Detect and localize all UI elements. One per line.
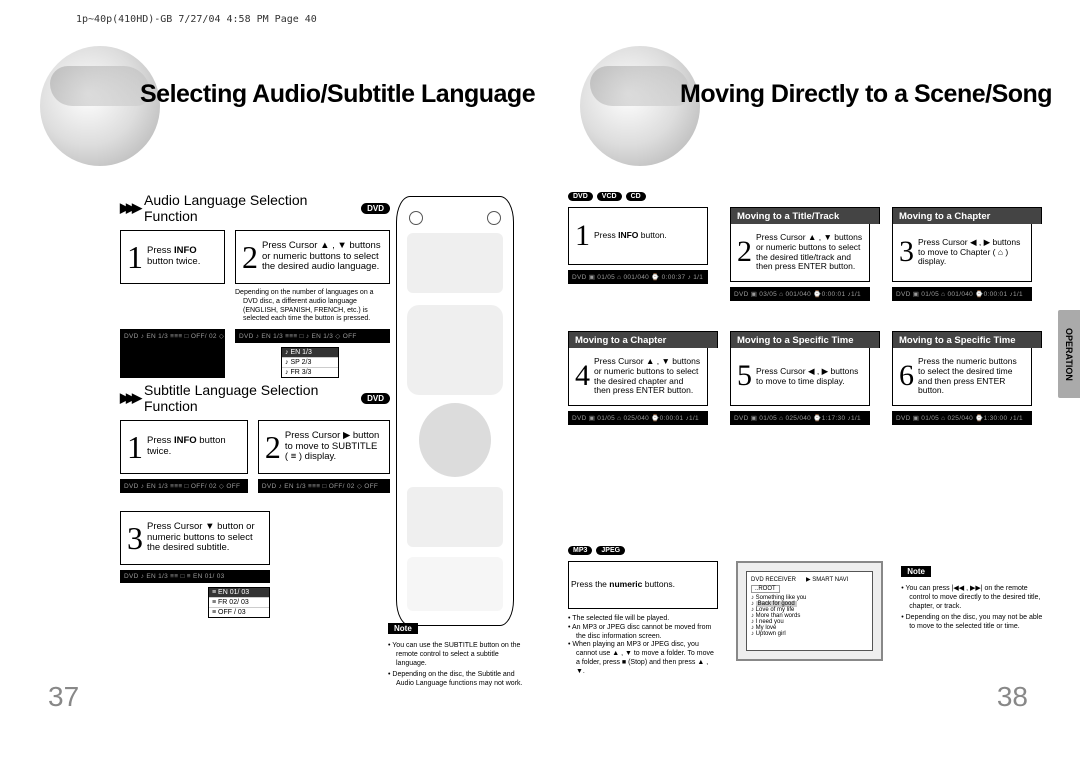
page-title-right: Moving Directly to a Scene/Song <box>680 80 1052 109</box>
audio-step-2: 2 Press Cursor ▲ , ▼ buttons or numeric … <box>235 230 390 284</box>
audio-heading: ▶▶▶ Audio Language Selection Function DV… <box>120 192 390 224</box>
remote-diagram <box>396 196 514 626</box>
footnote: • When playing an MP3 or JPEG disc, you … <box>568 641 718 676</box>
header-chapter2: Moving to a Chapter <box>568 331 718 348</box>
osd-bar: DVD ▣ 01/05 ⌂ 001/040 ⌚0:00:01 ♪1/1 <box>892 287 1032 301</box>
dvd-badge: DVD <box>361 203 390 214</box>
header-title-track: Moving to a Title/Track <box>730 207 880 224</box>
step-2: 2Press Cursor ▲ , ▼ buttons or numeric b… <box>730 224 870 282</box>
subtitle-step-1: 1 Press INFO button twice. <box>120 420 248 474</box>
osd-bar: DVD ♪ EN 1/3 ≡≡≡ □ OFF/ 02 ◇ OFF <box>120 329 225 378</box>
note-tag: Note <box>388 623 418 634</box>
step-1: 1Press INFO button. <box>568 207 708 265</box>
osd-bar: DVD ♪ EN 1/3 ≡≡≡ □ OFF/ 02 ◇ OFF <box>258 479 390 493</box>
dvd-badge: DVD <box>361 393 390 404</box>
audio-note: Depending on the number of languages on … <box>235 289 390 324</box>
osd-bar: DVD ▣ 01/05 ⌂ 025/040 ⌚0:00:01 ♪1/1 <box>568 411 708 425</box>
audio-step2-text: Press Cursor ▲ , ▼ buttons or numeric bu… <box>262 241 383 274</box>
page-title-left: Selecting Audio/Subtitle Language <box>140 80 535 109</box>
step-4: 4Press Cursor ▲ , ▼ buttons or numeric b… <box>568 348 708 406</box>
footnote: • You can use the SUBTITLE button on the… <box>388 642 528 668</box>
osd-bar: DVD ♪ EN 1/3 ≡≡≡ □ ♪ EN 1/3 ◇ OFF <box>235 329 390 343</box>
step-6: 6Press the numeric buttons to select the… <box>892 348 1032 406</box>
footnote: • Depending on the disc, you may not be … <box>901 614 1048 632</box>
subtitle-step-3: 3 Press Cursor ▼ button or numeric butto… <box>120 511 270 565</box>
osd-bar: DVD ♪ EN 1/3 ≡≡≡ □ OFF/ 02 ◇ OFF <box>120 479 248 493</box>
page-left: Selecting Audio/Subtitle Language ▶▶▶ Au… <box>0 0 540 763</box>
audio-step-1: 1 Press INFO button twice. <box>120 230 225 284</box>
step-5: 5Press Cursor ◀ , ▶ buttons to move to t… <box>730 348 870 406</box>
footnote: • The selected file will be played. <box>568 615 718 624</box>
subtitle-heading: ▶▶▶ Subtitle Language Selection Function… <box>120 382 390 414</box>
page-right: Moving Directly to a Scene/Song OPERATIO… <box>540 0 1080 763</box>
osd-bar: DVD ♪ EN 1/3 ≡≡ □ ≡ EN 01/ 03 <box>120 570 270 583</box>
header-time1: Moving to a Specific Time <box>730 331 880 348</box>
header-chapter: Moving to a Chapter <box>892 207 1042 224</box>
numeric-step: Press the numeric buttons. <box>568 561 718 609</box>
osd-bar: DVD ▣ 03/05 ⌂ 001/040 ⌚0:00:01 ♪1/1 <box>730 287 870 301</box>
lang-popup: ♪ EN 1/3 ♪ SP 2/3 ♪ FR 3/3 <box>281 347 339 378</box>
footnote: • You can press |◀◀ , ▶▶| on the remote … <box>901 585 1048 611</box>
page-number: 38 <box>997 681 1028 713</box>
osd-bar: DVD ▣ 01/05 ⌂ 025/040 ⌚1:17:30 ♪1/1 <box>730 411 870 425</box>
subtitle-heading-text: Subtitle Language Selection Function <box>144 382 355 414</box>
subtitle-step-2: 2 Press Cursor ▶ button to move to SUBTI… <box>258 420 390 474</box>
audio-heading-text: Audio Language Selection Function <box>144 192 355 224</box>
step-3: 3Press Cursor ◀ , ▶ buttons to move to C… <box>892 224 1032 282</box>
mp3-jpeg-badges: MP3 JPEG <box>568 546 1048 555</box>
header-time2: Moving to a Specific Time <box>892 331 1042 348</box>
subtitle-popup: ≡ EN 01/ 03 ≡ FR 02/ 03 ≡ OFF / 03 <box>208 587 270 618</box>
disc-badges: DVD VCD CD <box>568 192 1042 201</box>
note-tag: Note <box>901 566 931 577</box>
page-number: 37 <box>48 681 79 713</box>
osd-bar: DVD ▣ 01/05 ⌂ 001/040 ⌚ 0:00:37 ♪ 1/1 <box>568 270 708 284</box>
chevron-icon: ▶▶▶ <box>120 390 138 406</box>
tv-screen-diagram: DVD RECEIVER ▶ SMART NAVI ..ROOT ♪ Somet… <box>736 561 883 661</box>
footnote: • An MP3 or JPEG disc cannot be moved fr… <box>568 624 718 642</box>
chevron-icon: ▶▶▶ <box>120 200 138 216</box>
osd-bar: DVD ▣ 01/05 ⌂ 025/040 ⌚1:30:00 ♪1/1 <box>892 411 1032 425</box>
operation-tab: OPERATION <box>1058 310 1080 398</box>
footnote: • Depending on the disc, the Subtitle an… <box>388 671 528 689</box>
